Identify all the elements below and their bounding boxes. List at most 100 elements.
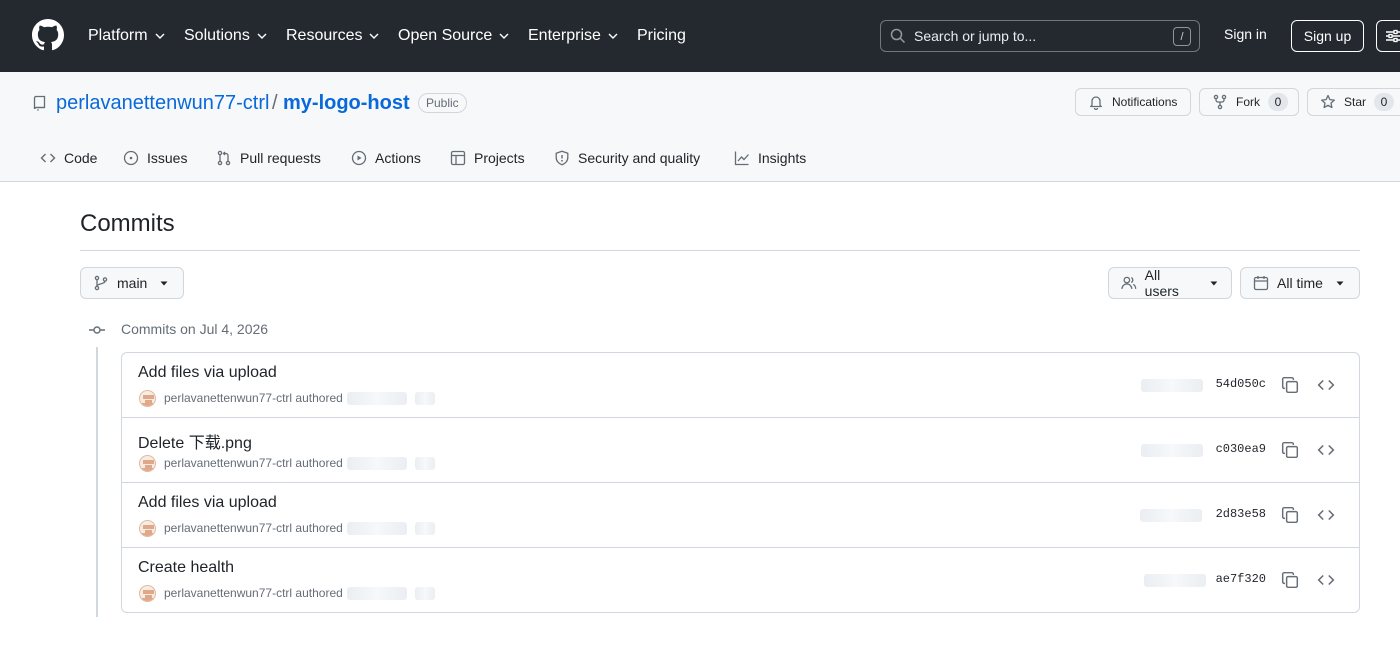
branch-name: main [117,275,148,291]
git-pull-request-icon [217,150,231,166]
star-label: Star [1344,95,1367,109]
tab-projects[interactable]: Projects [450,148,525,168]
nav-enterprise-label: Enterprise [528,27,601,44]
commit-message-link[interactable]: Add files via upload [138,494,277,512]
repository-header: perlavanettenwun77-ctrl / my-logo-host P… [0,72,1400,182]
fork-count: 0 [1268,93,1288,111]
avatar[interactable] [139,455,156,472]
loading-placeholder [347,587,407,600]
caret-down-icon [160,281,168,286]
nav-platform[interactable]: Platform [88,26,166,46]
star-button[interactable]: Star 0 [1307,88,1400,116]
global-header: Platform Solutions Resources Open Source… [0,0,1400,72]
tab-pull-requests-label: Pull requests [240,150,321,166]
author-verb: authored [295,391,343,405]
commit-group-date: Commits on Jul 4, 2026 [121,321,269,337]
chevron-down-icon [499,33,509,39]
browse-code-icon[interactable] [1317,441,1335,459]
loading-placeholder [1144,574,1206,587]
avatar[interactable] [139,520,156,537]
tab-security[interactable]: Security and quality [554,148,700,168]
search-icon [890,28,906,44]
commit-message-link[interactable]: Add files via upload [138,364,277,382]
browse-code-icon[interactable] [1317,571,1335,589]
copy-icon[interactable] [1281,376,1299,394]
tab-code[interactable]: Code [40,148,97,168]
bell-icon [1090,96,1102,110]
nav-resources[interactable]: Resources [286,26,380,46]
users-filter-label: All users [1144,267,1179,299]
caret-down-icon [1210,281,1218,286]
commit-sha-link[interactable]: 54d050c [1216,377,1266,391]
loading-placeholder [1141,444,1203,457]
nav-enterprise[interactable]: Enterprise [528,26,619,46]
loading-placeholder [415,457,435,470]
fork-label: Fork [1236,95,1260,109]
copy-icon[interactable] [1281,441,1299,459]
code-icon [40,153,56,163]
repo-name-link[interactable]: my-logo-host [283,92,410,115]
sign-up-button[interactable]: Sign up [1291,20,1364,52]
search-placeholder: Search or jump to... [914,28,1037,44]
notifications-label: Notifications [1112,95,1178,109]
copy-icon[interactable] [1281,571,1299,589]
nav-open-source[interactable]: Open Source [398,26,510,46]
tab-actions[interactable]: Actions [351,148,421,168]
repo-icon [33,95,46,111]
avatar[interactable] [139,585,156,602]
author-verb: authored [295,456,343,470]
sign-in-link[interactable]: Sign in [1224,26,1267,42]
loading-placeholder [347,522,407,535]
search-input[interactable]: Search or jump to... / [880,20,1200,52]
branch-selector[interactable]: main [80,267,184,299]
browse-code-icon[interactable] [1317,506,1335,524]
search-shortcut-key: / [1173,27,1191,46]
shield-icon [555,150,569,166]
fork-button[interactable]: Fork 0 [1199,88,1299,116]
issue-opened-icon [123,150,139,166]
commit-author: perlavanettenwun77-ctrl authored [164,456,343,470]
appearance-settings-button[interactable] [1376,20,1400,52]
time-filter[interactable]: All time [1240,267,1360,299]
title-divider [80,250,1360,251]
commit-sha-link[interactable]: ae7f320 [1216,572,1266,586]
nav-pricing[interactable]: Pricing [637,26,686,46]
people-icon [1121,276,1137,289]
avatar[interactable] [139,390,156,407]
commit-row: Add files via upload perlavanettenwun77-… [122,483,1359,548]
star-count: 0 [1374,93,1395,111]
commit-sha-link[interactable]: 2d83e58 [1216,507,1266,521]
commit-row: Delete 下载.png perlavanettenwun77-ctrl au… [122,418,1359,483]
timeline-line [96,347,98,617]
git-branch-icon [94,275,108,291]
author-link[interactable]: perlavanettenwun77-ctrl [164,391,292,405]
tab-insights[interactable]: Insights [734,148,806,168]
tab-issues[interactable]: Issues [123,148,187,168]
copy-icon[interactable] [1281,506,1299,524]
loading-placeholder [415,587,435,600]
visibility-badge: Public [418,93,467,113]
repo-owner-link[interactable]: perlavanettenwun77-ctrl [56,92,269,115]
tab-code-label: Code [64,150,98,166]
author-link[interactable]: perlavanettenwun77-ctrl [164,521,292,535]
nav-solutions-label: Solutions [184,27,250,44]
nav-open-source-label: Open Source [398,27,493,44]
chevron-down-icon [608,33,618,39]
tab-insights-label: Insights [758,150,807,166]
loading-placeholder [347,392,407,405]
tab-issues-label: Issues [147,150,188,166]
author-link[interactable]: perlavanettenwun77-ctrl [164,456,292,470]
commit-message-link[interactable]: Delete 下载.png [138,429,252,453]
nav-solutions[interactable]: Solutions [184,26,268,46]
tab-pull-requests[interactable]: Pull requests [216,148,321,168]
caret-down-icon [1336,281,1344,286]
notifications-button[interactable]: Notifications [1075,88,1191,116]
author-link[interactable]: perlavanettenwun77-ctrl [164,586,292,600]
nav-resources-label: Resources [286,27,363,44]
commit-row: Add files via upload perlavanettenwun77-… [122,353,1359,418]
browse-code-icon[interactable] [1317,376,1335,394]
github-logo-icon[interactable] [32,19,64,51]
users-filter[interactable]: All users [1108,267,1232,299]
commit-message-link[interactable]: Create health [138,559,234,577]
commit-sha-link[interactable]: c030ea9 [1216,442,1266,456]
